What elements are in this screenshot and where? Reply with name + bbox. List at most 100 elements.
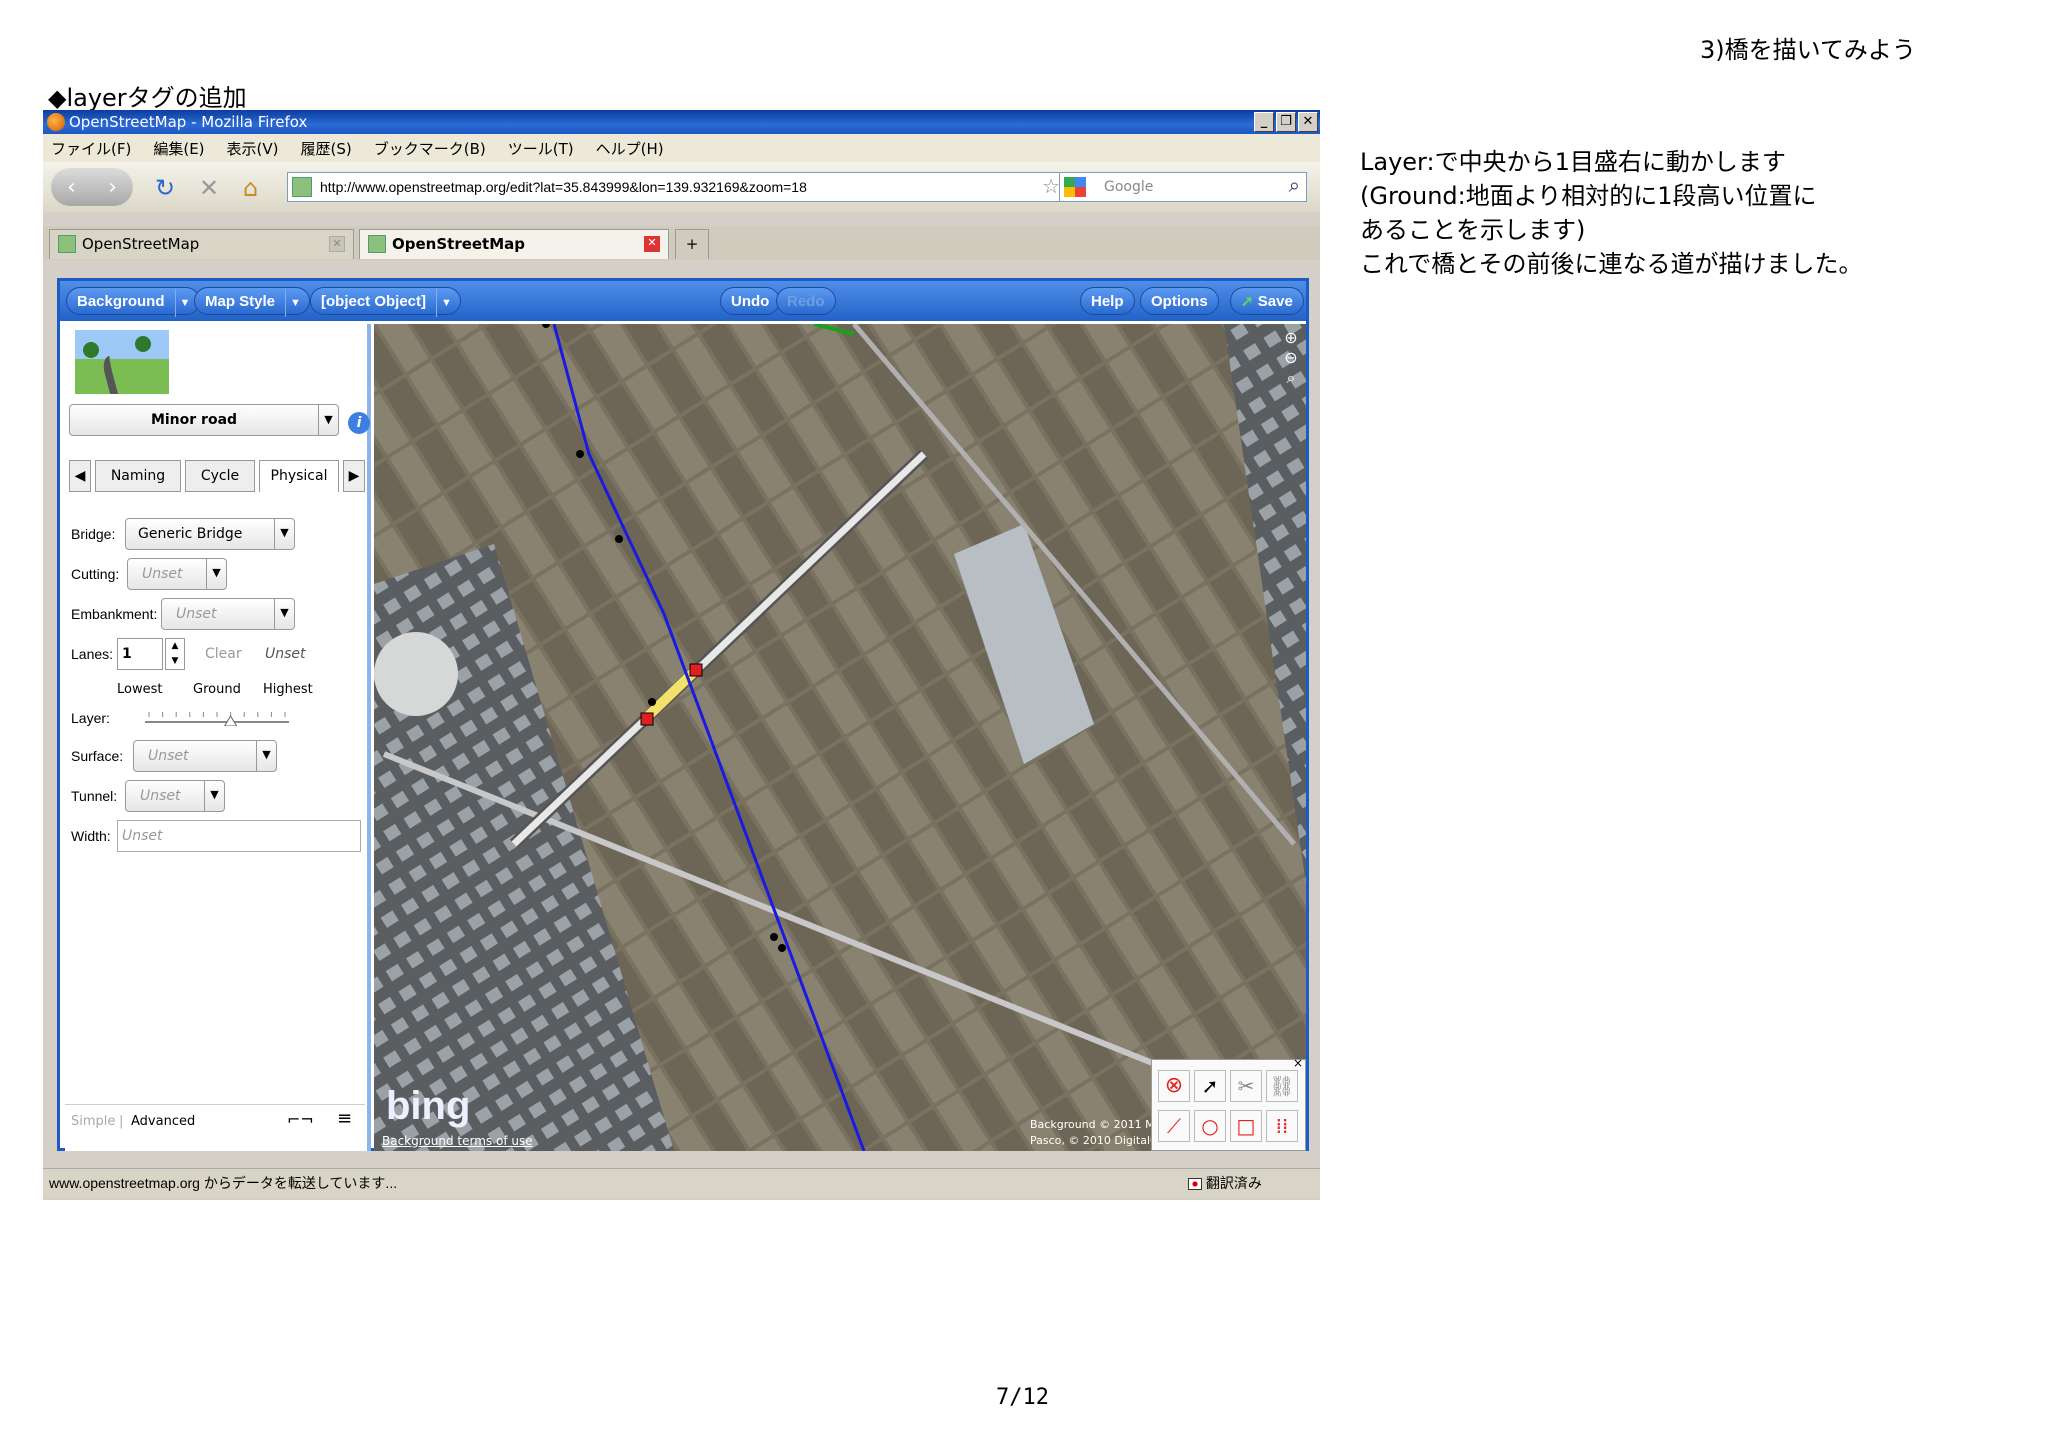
bridge-select[interactable]: Generic Bridge ▼ bbox=[125, 518, 295, 550]
circularise-tool-icon[interactable]: ○ bbox=[1194, 1110, 1226, 1142]
merge-tool-icon[interactable]: ⛓ bbox=[1266, 1070, 1298, 1102]
chevron-down-icon: ▼ bbox=[318, 405, 338, 435]
delete-tool-icon[interactable]: ⊗ bbox=[1158, 1070, 1190, 1102]
bridge-symbol-icon[interactable]: ⌐¬ bbox=[287, 1110, 314, 1129]
explanation-line: Layer:で中央から1目盛右に動かします bbox=[1360, 148, 1786, 176]
tab-close-icon[interactable]: ✕ bbox=[329, 236, 345, 252]
help-button[interactable]: Help bbox=[1080, 287, 1135, 315]
tab-naming[interactable]: Naming bbox=[95, 460, 181, 492]
menu-bookmarks[interactable]: ブックマーク(B) bbox=[374, 138, 486, 159]
direction-tool-icon[interactable]: ➚ bbox=[1194, 1070, 1226, 1102]
address-bar[interactable]: http://www.openstreetmap.org/edit?lat=35… bbox=[287, 172, 1087, 202]
map-canvas[interactable]: ⊕ ⊖ ⌕ bing Background terms of use Backg… bbox=[374, 324, 1306, 1151]
stop-icon[interactable]: ✕ bbox=[199, 174, 219, 202]
zoom-out-icon[interactable]: ⊖ bbox=[1282, 348, 1300, 368]
way-node[interactable] bbox=[648, 698, 656, 706]
straighten-tool-icon[interactable]: ⟋ bbox=[1158, 1110, 1190, 1142]
advanced-mode-link[interactable]: Advanced bbox=[131, 1114, 195, 1129]
restore-button[interactable]: ❐ bbox=[1276, 112, 1296, 132]
surface-select[interactable]: Unset ▼ bbox=[133, 740, 277, 772]
menu-lines-icon[interactable]: ≡ bbox=[337, 1108, 352, 1129]
way-node[interactable] bbox=[615, 535, 623, 543]
firefox-icon bbox=[47, 113, 65, 131]
embankment-select[interactable]: Unset ▼ bbox=[161, 598, 295, 630]
simple-mode-link[interactable]: Simple bbox=[71, 1114, 115, 1129]
menu-edit[interactable]: 編集(E) bbox=[153, 138, 204, 159]
menu-history[interactable]: 履歴(S) bbox=[301, 138, 352, 159]
chevron-down-icon: ▼ bbox=[204, 781, 224, 811]
tab-openstreetmap-1[interactable]: OpenStreetMap ✕ bbox=[49, 229, 354, 259]
forward-icon[interactable]: › bbox=[108, 175, 117, 200]
object-button[interactable]: [object Object] ▼ bbox=[310, 287, 462, 317]
menu-file[interactable]: ファイル(F) bbox=[51, 138, 131, 159]
lanes-unset-button[interactable]: Unset bbox=[265, 646, 306, 662]
tab-openstreetmap-2[interactable]: OpenStreetMap ✕ bbox=[359, 229, 669, 259]
lanes-input[interactable]: 1 bbox=[117, 638, 163, 670]
chevron-down-icon: ▼ bbox=[274, 599, 294, 629]
layer-label: Layer: bbox=[71, 710, 110, 726]
menu-help[interactable]: ヘルプ(H) bbox=[596, 138, 664, 159]
way-node[interactable] bbox=[778, 944, 786, 952]
lanes-stepper[interactable]: ▲ ▼ bbox=[165, 638, 185, 670]
japan-flag-icon bbox=[1188, 1178, 1202, 1191]
aerial-map-image bbox=[374, 324, 1306, 1151]
help-label: Help bbox=[1091, 293, 1124, 310]
back-icon[interactable]: ‹ bbox=[67, 175, 76, 200]
menu-bar: ファイル(F) 編集(E) 表示(V) 履歴(S) ブックマーク(B) ツール(… bbox=[43, 134, 1320, 162]
cutting-select[interactable]: Unset ▼ bbox=[127, 558, 227, 590]
zoom-in-icon[interactable]: ⊕ bbox=[1282, 328, 1300, 348]
chevron-down-icon: ▼ bbox=[174, 289, 190, 317]
tunnel-value: Unset bbox=[140, 788, 181, 804]
tab-physical[interactable]: Physical bbox=[259, 460, 339, 492]
menu-view[interactable]: 表示(V) bbox=[227, 138, 279, 159]
section-title: ◆layerタグの追加 bbox=[48, 84, 247, 112]
background-terms-link[interactable]: Background terms of use bbox=[382, 1134, 533, 1148]
undo-button[interactable]: Undo bbox=[720, 287, 781, 315]
lanes-clear-button[interactable]: Clear bbox=[205, 646, 242, 662]
tab-scroll-right[interactable]: ▶ bbox=[343, 460, 365, 492]
preset-select[interactable]: Minor road ▼ bbox=[69, 404, 339, 436]
save-button[interactable]: ➚ Save bbox=[1230, 287, 1304, 315]
map-style-button[interactable]: Map Style ▼ bbox=[194, 287, 311, 317]
save-arrow-icon: ➚ bbox=[1241, 293, 1258, 310]
search-bar[interactable]: Google ⌕ bbox=[1059, 172, 1307, 202]
orthogonalise-tool-icon[interactable]: □ bbox=[1230, 1110, 1262, 1142]
way-node[interactable] bbox=[770, 933, 778, 941]
parallel-tool-icon[interactable]: ⁞⁞ bbox=[1266, 1110, 1298, 1142]
layer-slider-track bbox=[145, 712, 289, 727]
bookmark-star-icon[interactable]: ☆ bbox=[1042, 173, 1060, 201]
palette-close-icon[interactable]: × bbox=[1293, 1056, 1303, 1070]
selected-node[interactable] bbox=[689, 663, 703, 677]
minimize-button[interactable]: _ bbox=[1254, 112, 1274, 132]
width-label: Width: bbox=[71, 828, 111, 844]
window-controls: _ ❐ ✕ bbox=[1254, 112, 1318, 132]
translation-status[interactable]: 翻訳済み bbox=[1188, 1169, 1262, 1197]
tab-cycle[interactable]: Cycle bbox=[185, 460, 255, 492]
width-input[interactable]: Unset bbox=[117, 820, 361, 852]
tunnel-select[interactable]: Unset ▼ bbox=[125, 780, 225, 812]
selected-node[interactable] bbox=[640, 712, 654, 726]
layer-slider[interactable] bbox=[143, 704, 291, 727]
tab-close-icon[interactable]: ✕ bbox=[644, 236, 660, 252]
reload-icon[interactable]: ↻ bbox=[155, 174, 175, 202]
new-tab-button[interactable]: + bbox=[675, 229, 709, 259]
home-icon[interactable]: ⌂ bbox=[243, 174, 258, 202]
way-node[interactable] bbox=[576, 450, 584, 458]
info-icon[interactable]: i bbox=[348, 412, 370, 434]
embankment-label: Embankment: bbox=[71, 606, 158, 622]
search-placeholder: Google bbox=[1104, 179, 1154, 195]
google-icon[interactable] bbox=[1064, 177, 1086, 197]
mode-separator: | bbox=[119, 1114, 124, 1129]
split-tool-icon[interactable]: ✂ bbox=[1230, 1070, 1262, 1102]
search-icon[interactable]: ⌕ bbox=[1289, 171, 1300, 199]
redo-button[interactable]: Redo bbox=[776, 287, 836, 315]
options-button[interactable]: Options bbox=[1140, 287, 1219, 315]
explanation-text: Layer:で中央から1目盛右に動かします (Ground:地面より相対的に1段… bbox=[1360, 145, 1980, 281]
menu-tools[interactable]: ツール(T) bbox=[508, 138, 574, 159]
explanation-line: あることを示します) bbox=[1360, 216, 1586, 244]
tab-scroll-left[interactable]: ◀ bbox=[69, 460, 91, 492]
zoom-magnifier-icon[interactable]: ⌕ bbox=[1282, 368, 1300, 388]
close-button[interactable]: ✕ bbox=[1298, 112, 1318, 132]
background-button[interactable]: Background ▼ bbox=[66, 287, 200, 317]
bing-logo: bing bbox=[386, 1084, 471, 1128]
